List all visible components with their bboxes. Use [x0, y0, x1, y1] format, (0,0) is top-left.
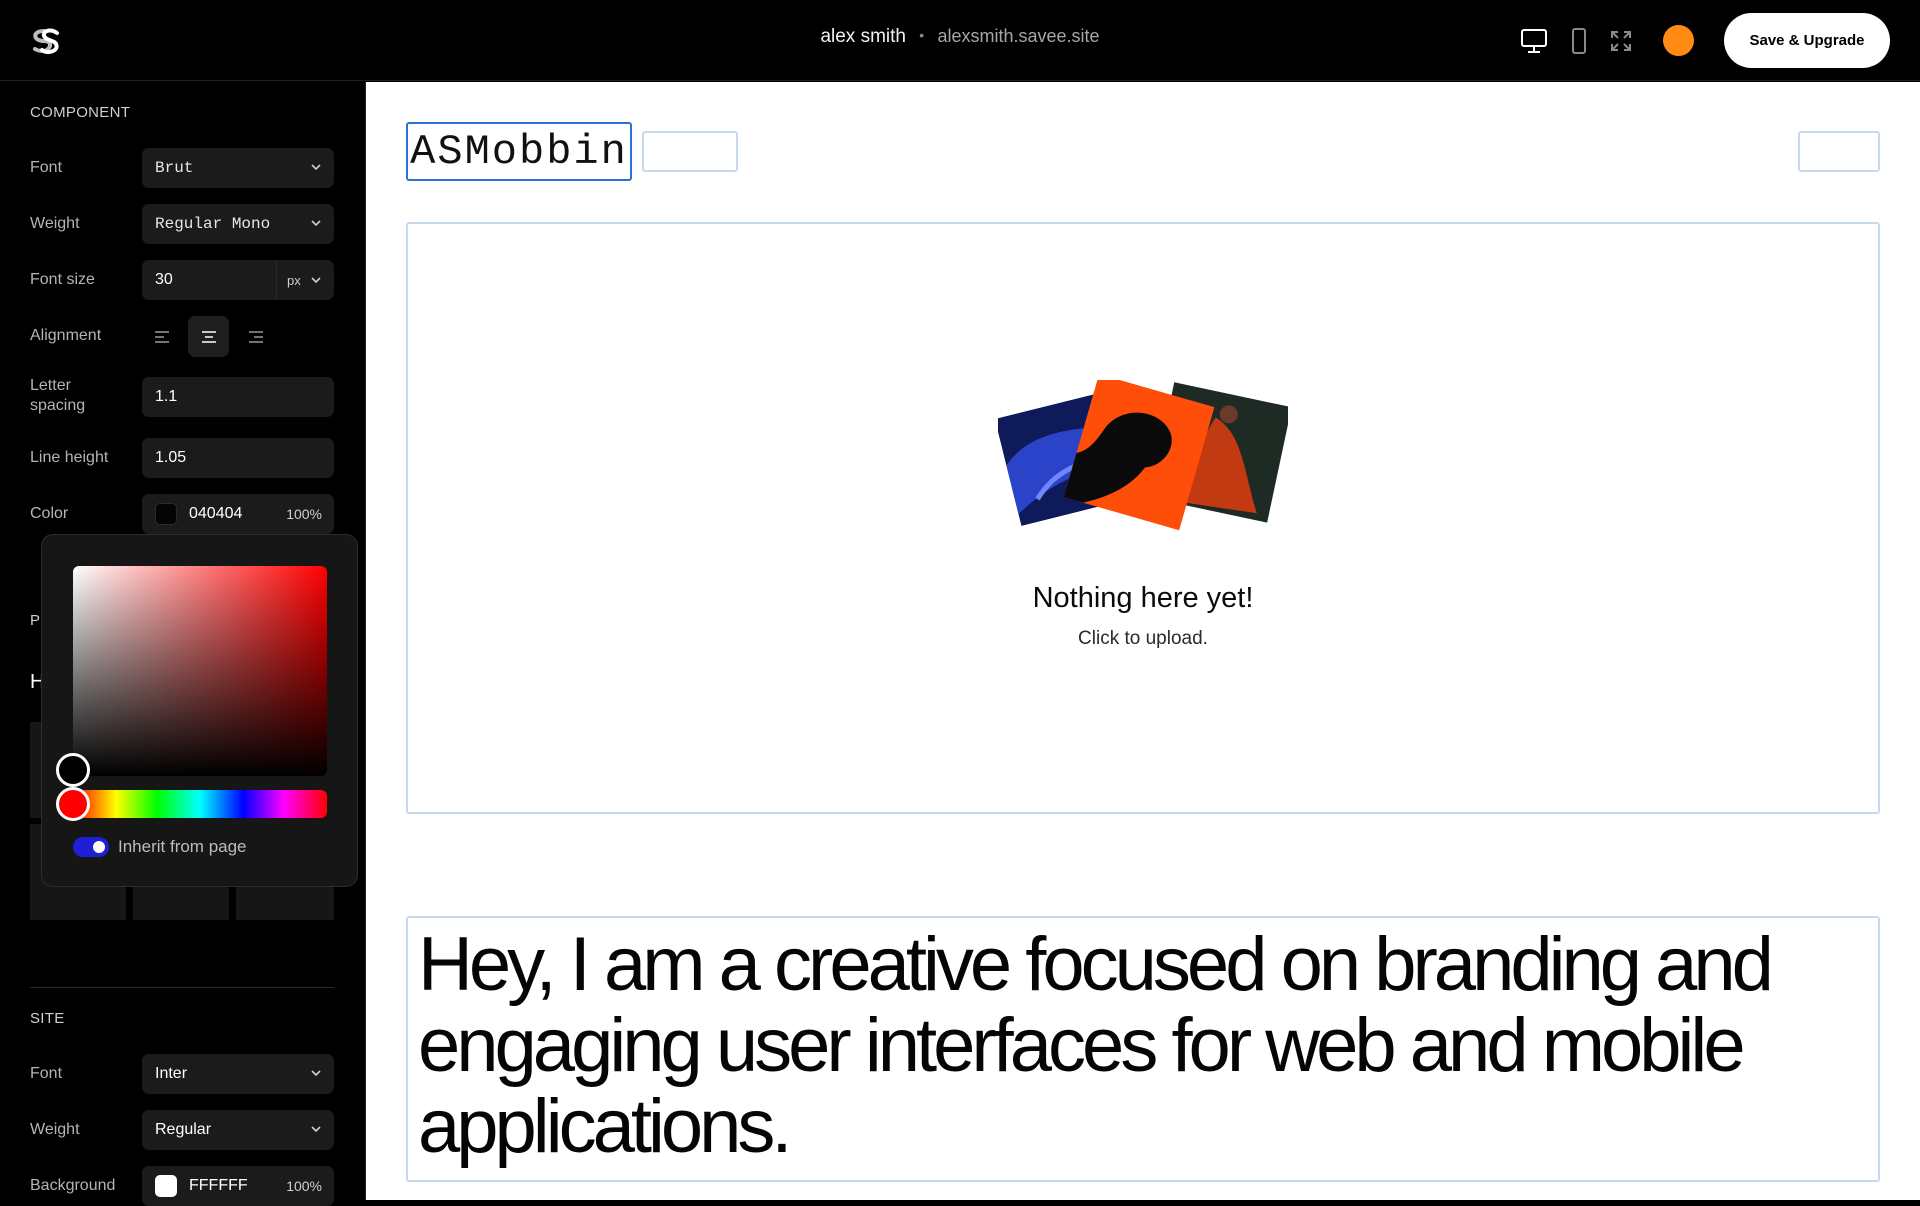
bio-text[interactable]: Hey, I am a creative focused on branding…: [418, 924, 1858, 1167]
media-upload-area[interactable]: Nothing here yet! Click to upload.: [406, 222, 1880, 814]
section-divider: [30, 987, 334, 988]
letter-spacing-label: Letter spacing: [30, 376, 85, 416]
background-hex-value[interactable]: FFFFFF: [189, 1177, 248, 1195]
site-section-title: SITE: [30, 1010, 65, 1027]
mobile-view-icon[interactable]: [1570, 26, 1588, 56]
font-size-input[interactable]: 30 px: [142, 260, 334, 300]
line-height-input[interactable]: 1.05: [142, 438, 334, 478]
color-hex-value[interactable]: 040404: [189, 505, 242, 523]
user-name: alex smith: [820, 26, 906, 47]
alignment-group: [142, 316, 334, 357]
letter-spacing-input[interactable]: 1.1: [142, 377, 334, 417]
chevron-down-icon: [311, 164, 321, 171]
align-right-button[interactable]: [234, 316, 275, 357]
bio-text-block[interactable]: Hey, I am a creative focused on branding…: [406, 916, 1880, 1182]
page-canvas: ASMobbin Nothing here yet! Click to uplo…: [366, 82, 1920, 1200]
weight-label: Weight: [30, 215, 80, 232]
align-center-button[interactable]: [188, 316, 229, 357]
background-opacity[interactable]: 100%: [286, 1178, 322, 1194]
weight-select[interactable]: Regular Mono: [142, 204, 334, 244]
site-font-value: Inter: [155, 1065, 188, 1082]
background-swatch[interactable]: [155, 1175, 177, 1197]
empty-state-subtitle[interactable]: Click to upload.: [408, 628, 1878, 650]
letter-spacing-label-line1: Letter: [30, 377, 71, 394]
empty-nav-placeholder[interactable]: [642, 131, 738, 172]
avatar[interactable]: [1663, 25, 1694, 56]
site-font-select[interactable]: Inter: [142, 1054, 334, 1094]
site-weight-select[interactable]: Regular: [142, 1110, 334, 1150]
inherit-label: Inherit from page: [118, 837, 247, 856]
site-weight-value: Regular: [155, 1121, 212, 1138]
color-label: Color: [30, 505, 69, 522]
site-weight-label: Weight: [30, 1121, 80, 1138]
color-swatch[interactable]: [155, 503, 177, 525]
align-left-icon: [154, 330, 169, 343]
line-height-label: Line height: [30, 449, 109, 466]
fullscreen-icon[interactable]: [1607, 26, 1635, 56]
chevron-down-icon: [311, 220, 321, 227]
hue-handle[interactable]: [56, 787, 90, 821]
unit-select[interactable]: px: [276, 260, 334, 300]
desktop-view-icon[interactable]: [1519, 26, 1549, 56]
color-picker-popover: Inherit from page: [41, 534, 358, 887]
unit-value: px: [287, 272, 301, 288]
site-title-text[interactable]: ASMobbin: [406, 122, 632, 181]
line-height-value[interactable]: 1.05: [155, 449, 186, 467]
align-left-button[interactable]: [142, 316, 183, 357]
weight-select-value: Regular Mono: [155, 215, 271, 233]
chevron-down-icon: [311, 277, 321, 284]
site-url[interactable]: alexsmith.savee.site: [937, 26, 1099, 46]
save-upgrade-button[interactable]: Save & Upgrade: [1724, 13, 1890, 68]
font-size-label: Font size: [30, 271, 95, 288]
component-section-title: COMPONENT: [30, 104, 131, 121]
color-handle[interactable]: [56, 753, 90, 787]
chevron-down-icon: [311, 1070, 321, 1077]
saturation-value-area[interactable]: [73, 566, 327, 776]
chevron-down-icon: [311, 1126, 321, 1133]
font-size-value[interactable]: 30: [155, 271, 173, 289]
font-select-value: Brut: [155, 159, 194, 177]
letter-spacing-label-line2: spacing: [30, 397, 86, 414]
letter-spacing-value[interactable]: 1.1: [155, 388, 177, 406]
alignment-label: Alignment: [30, 327, 102, 344]
hue-slider[interactable]: [73, 790, 327, 818]
empty-nav-placeholder-right[interactable]: [1798, 131, 1880, 172]
color-input[interactable]: 040404 100%: [142, 494, 334, 534]
color-opacity[interactable]: 100%: [286, 506, 322, 522]
font-select[interactable]: Brut: [142, 148, 334, 188]
font-label: Font: [30, 159, 63, 176]
background-input[interactable]: FFFFFF 100%: [142, 1166, 334, 1206]
empty-state-title: Nothing here yet!: [1032, 582, 1254, 614]
image-collage-illustration: [998, 380, 1288, 531]
top-bar: alex smith • alexsmith.savee.site Save &…: [0, 0, 1920, 81]
background-label: Background: [30, 1177, 116, 1194]
separator-dot: •: [919, 27, 925, 43]
align-right-icon: [248, 330, 263, 343]
partial-section-title: P: [30, 612, 41, 629]
site-font-label: Font: [30, 1065, 63, 1082]
inherit-toggle[interactable]: [73, 837, 109, 857]
align-center-icon: [201, 330, 216, 343]
